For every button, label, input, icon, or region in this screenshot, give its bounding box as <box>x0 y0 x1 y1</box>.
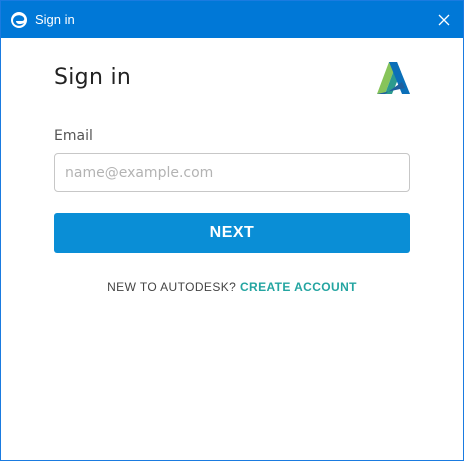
window-title: Sign in <box>35 12 75 27</box>
sign-in-window: Sign in Sign in Email NEXT NEW TO AUTODE… <box>0 0 464 461</box>
close-icon <box>438 14 450 26</box>
create-account-row: NEW TO AUTODESK? CREATE ACCOUNT <box>54 280 410 294</box>
email-label: Email <box>54 128 93 144</box>
create-account-link[interactable]: CREATE ACCOUNT <box>240 280 357 294</box>
edge-browser-icon <box>10 11 28 29</box>
page-title: Sign in <box>54 65 132 90</box>
next-button[interactable]: NEXT <box>54 213 410 253</box>
email-field[interactable] <box>54 153 410 192</box>
new-user-prompt: NEW TO AUTODESK? <box>107 280 237 294</box>
title-bar[interactable]: Sign in <box>1 1 463 38</box>
close-button[interactable] <box>429 5 459 35</box>
autodesk-logo-icon <box>375 60 411 96</box>
